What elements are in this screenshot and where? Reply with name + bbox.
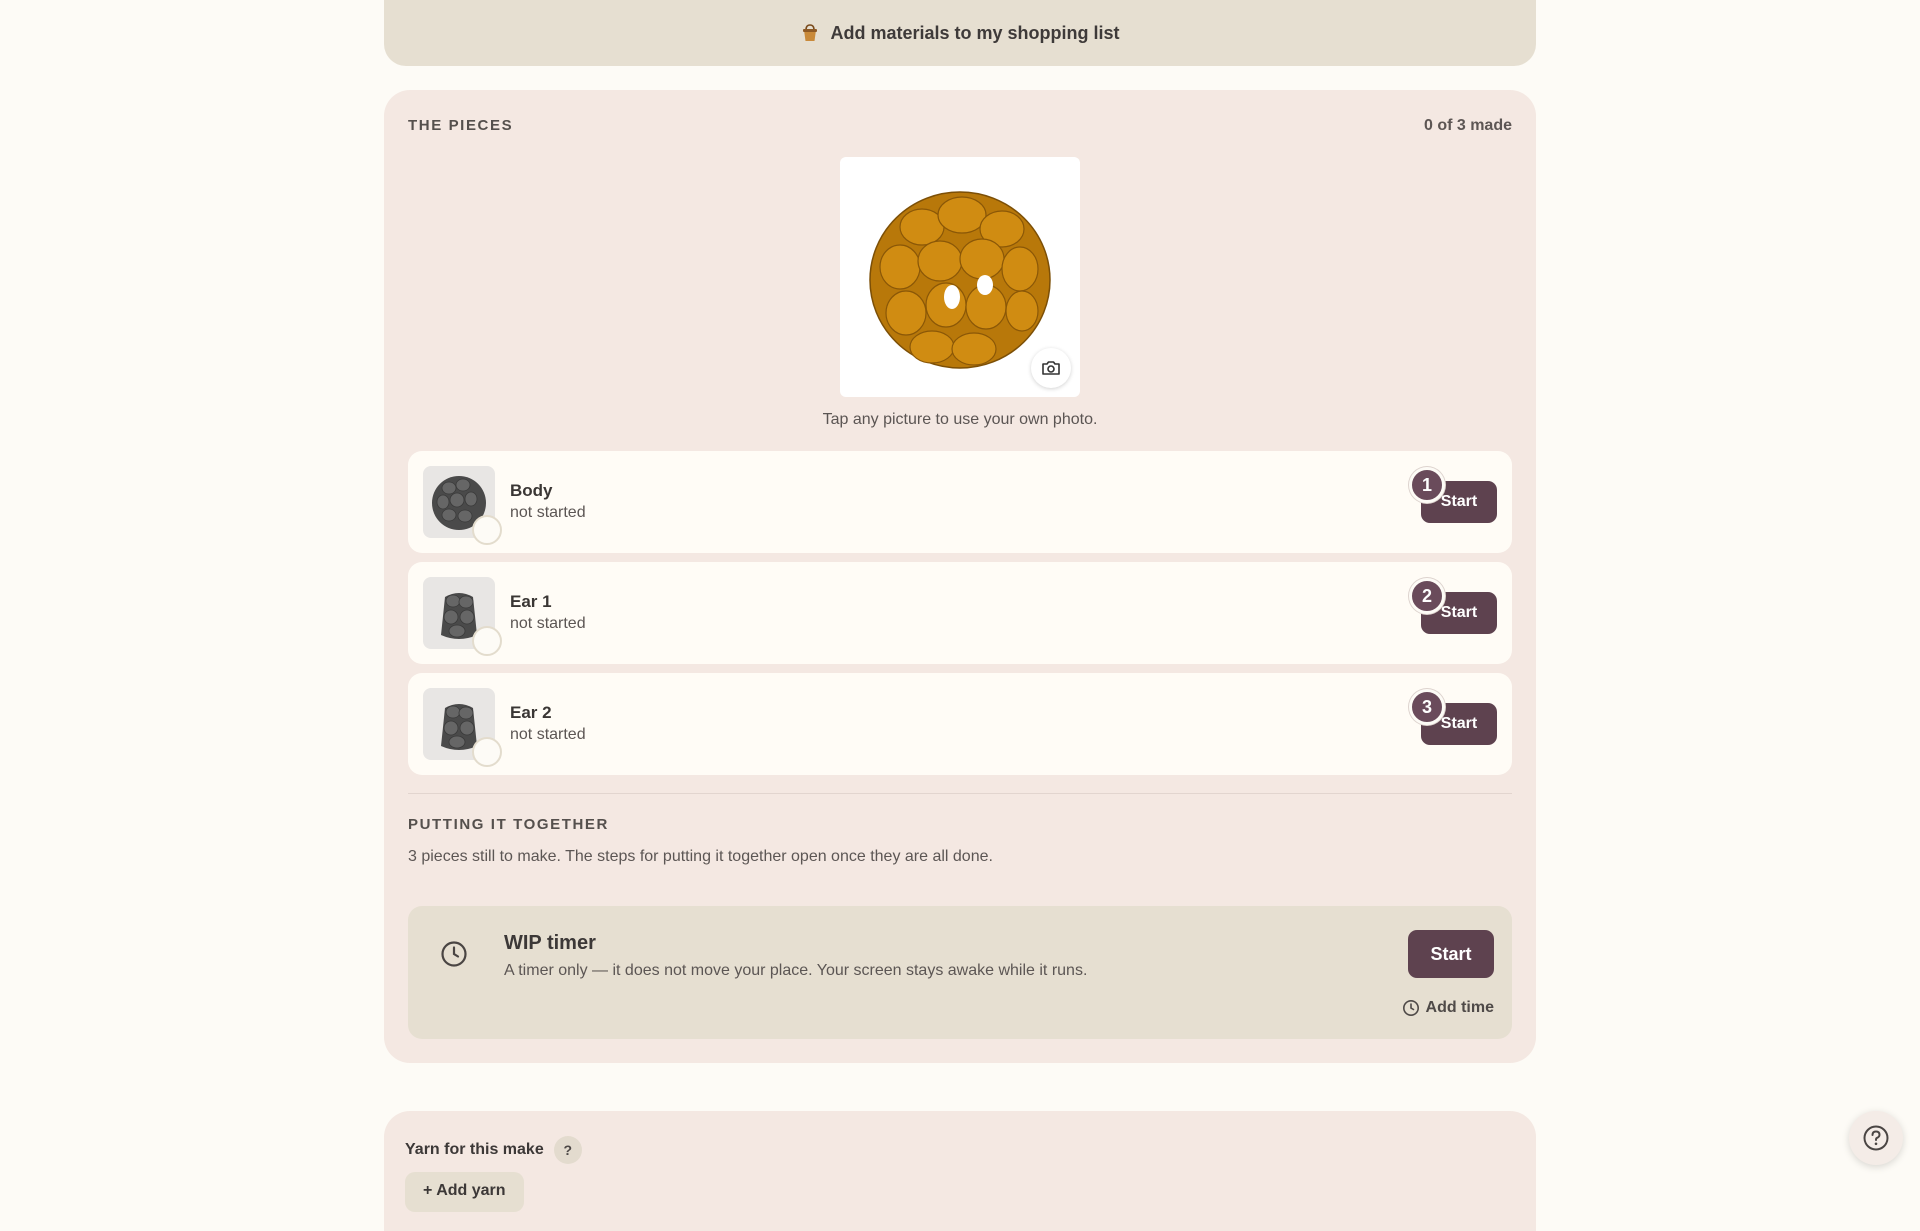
piece-status: not started: [510, 726, 586, 743]
piece-row-body: Body not started Start 1: [408, 451, 1512, 553]
pieces-section-title: THE PIECES: [408, 117, 514, 134]
timer-start-button[interactable]: Start: [1408, 930, 1494, 978]
add-yarn-button[interactable]: + Add yarn: [405, 1172, 524, 1212]
shopping-list-label: Add materials to my shopping list: [830, 22, 1120, 43]
piece-checkbox[interactable]: [472, 515, 502, 545]
section-divider: [408, 793, 1512, 794]
timer-title: WIP timer: [504, 932, 596, 954]
clock-icon: [440, 940, 468, 973]
piece-name: Ear 2: [510, 703, 552, 722]
piece-row-ear-1: Ear 1 not started Start 2: [408, 562, 1512, 664]
piece-checkbox[interactable]: [472, 626, 502, 656]
add-time-button[interactable]: Add time: [1402, 999, 1494, 1017]
photo-hint: Tap any picture to use your own photo.: [822, 411, 1098, 428]
timer-description: A timer only — it does not move your pla…: [504, 962, 1088, 979]
wip-timer-panel: WIP timer A timer only — it does not mov…: [408, 906, 1512, 1039]
piece-number-badge: 3: [1409, 689, 1445, 725]
made-count: 0 of 3 made: [1423, 117, 1512, 134]
piece-status: not started: [510, 504, 586, 521]
piece-status: not started: [510, 615, 586, 632]
pieces-card: THE PIECES 0 of 3 made Tap any picture t…: [384, 90, 1536, 1063]
change-photo-button[interactable]: [1031, 348, 1071, 388]
piece-row-ear-2: Ear 2 not started Start 3: [408, 673, 1512, 775]
piece-checkbox[interactable]: [472, 737, 502, 767]
question-circle-icon: [1863, 1125, 1889, 1151]
yarn-title-label: Yarn for this make: [405, 1141, 544, 1158]
piece-number-badge: 2: [1409, 578, 1445, 614]
yarn-help-button[interactable]: ?: [553, 1136, 582, 1164]
yarn-card: Yarn for this make ? + Add yarn: [384, 1111, 1536, 1231]
yarn-section-title: Yarn for this make ?: [405, 1136, 582, 1164]
camera-icon: [1042, 361, 1060, 375]
add-time-label: Add time: [1425, 999, 1494, 1016]
together-description: 3 pieces still to make. The steps for pu…: [408, 848, 993, 865]
basket-icon: [800, 23, 820, 43]
help-button[interactable]: [1849, 1111, 1903, 1165]
piece-number-badge: 1: [1409, 467, 1445, 503]
pattern-photo[interactable]: [840, 157, 1080, 397]
clock-icon: [1402, 1000, 1419, 1016]
together-section-title: PUTTING IT TOGETHER: [408, 816, 609, 833]
piece-name: Body: [510, 481, 553, 500]
piece-name: Ear 1: [510, 592, 552, 611]
add-to-shopping-list-button[interactable]: Add materials to my shopping list: [384, 0, 1536, 66]
